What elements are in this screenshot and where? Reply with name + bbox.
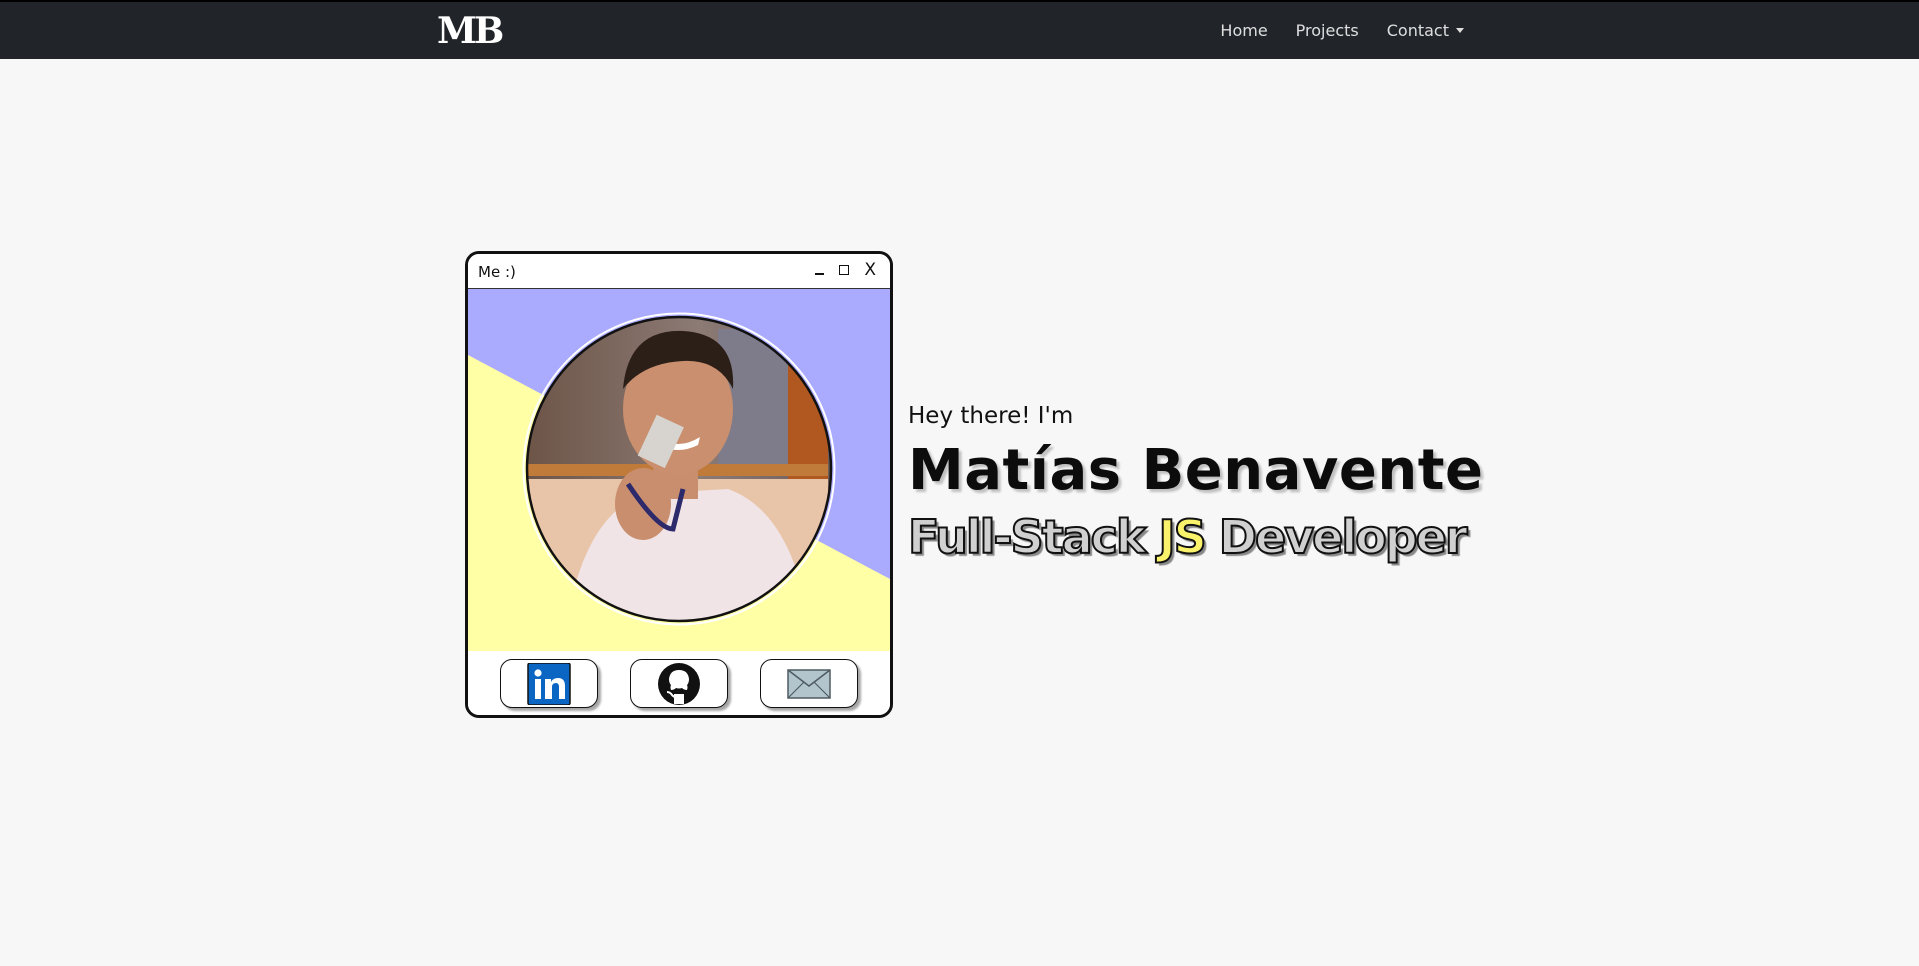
github-icon: [658, 662, 700, 705]
minimize-icon[interactable]: [815, 273, 825, 275]
nav-link-contact-label: Contact: [1386, 21, 1449, 40]
github-button[interactable]: [630, 659, 728, 708]
window-titlebar: Me :) X: [468, 254, 890, 289]
nav-dropdown-contact[interactable]: Contact: [1387, 21, 1464, 40]
window-controls: X: [815, 261, 876, 279]
window-background: [468, 289, 890, 651]
caret-down-icon: [1456, 28, 1464, 33]
role-highlight: JS: [1158, 509, 1208, 565]
email-button[interactable]: [760, 659, 858, 708]
hero-role: Full-Stack JS Developer: [907, 509, 1484, 565]
hero-section: Hey there! I'm Matías Benavente Full-Sta…: [907, 402, 1484, 565]
role-suffix: Developer: [1204, 509, 1469, 565]
linkedin-button[interactable]: [500, 659, 598, 708]
hero-greeting: Hey there! I'm: [908, 403, 1074, 429]
nav-link-home[interactable]: Home: [1220, 21, 1267, 40]
window-body: [468, 289, 890, 651]
hero-name: Matías Benavente: [908, 438, 1484, 503]
window-title: Me :): [478, 263, 516, 281]
role-prefix: Full-Stack: [907, 509, 1159, 565]
nav-links: Home Projects Contact: [1220, 2, 1464, 59]
window-footer: [468, 651, 890, 715]
nav-link-projects[interactable]: Projects: [1296, 21, 1359, 40]
linkedin-icon: [527, 662, 571, 705]
brand-logo[interactable]: MB: [437, 11, 504, 51]
envelope-icon: [787, 668, 831, 699]
close-icon[interactable]: X: [864, 261, 876, 279]
top-navbar: MB Home Projects Contact: [0, 0, 1919, 59]
profile-window: Me :) X: [465, 251, 893, 718]
maximize-icon[interactable]: [839, 265, 850, 275]
